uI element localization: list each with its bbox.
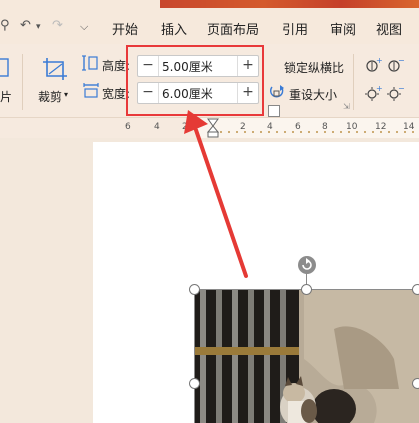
picture-icon[interactable] (0, 58, 10, 78)
search-icon[interactable]: ⚲ (0, 18, 10, 33)
contrast-up-icon[interactable]: + (364, 84, 382, 102)
resize-handle-top[interactable] (301, 284, 312, 295)
ruler-tick: 6 (295, 122, 301, 132)
height-increase-button[interactable]: + (237, 56, 258, 76)
brightness-down-icon[interactable]: − (386, 56, 404, 74)
lock-aspect-ratio-label[interactable]: 锁定纵横比 (284, 59, 344, 76)
picture-tools-ribbon: 片 裁剪 ▾ 高度: − + 宽度: − + 锁定纵横比 重设大小 (0, 44, 419, 118)
menu-start[interactable]: 开始 (112, 19, 138, 38)
width-icon (83, 83, 99, 98)
width-input[interactable] (162, 85, 236, 101)
svg-text:+: + (376, 56, 382, 65)
cat-photo-image (194, 289, 419, 423)
annotation-arrow (184, 110, 248, 278)
resize-handle-right[interactable] (412, 378, 419, 389)
picture-button-label[interactable]: 片 (0, 88, 12, 105)
resize-handle-top-left[interactable] (189, 284, 200, 295)
contrast-down-icon[interactable]: − (386, 84, 404, 102)
menu-page-layout[interactable]: 页面布局 (207, 19, 259, 38)
brightness-up-icon[interactable]: + (364, 56, 382, 74)
height-decrease-button[interactable]: − (138, 56, 159, 76)
selected-image[interactable] (194, 289, 419, 423)
menu-references[interactable]: 引用 (282, 19, 308, 38)
rotate-handle-icon[interactable] (297, 255, 317, 275)
resize-handle-left[interactable] (189, 378, 200, 389)
selection-border-left (194, 289, 195, 423)
ruler-tick: 4 (267, 122, 273, 132)
ruler-tick: 10 (346, 122, 358, 132)
height-icon (82, 55, 98, 71)
undo-dropdown-icon[interactable]: ▾ (36, 22, 41, 32)
crop-dropdown-icon[interactable]: ▾ (64, 90, 68, 99)
lock-aspect-ratio-checkbox[interactable] (268, 105, 280, 117)
title-banner (160, 0, 419, 8)
svg-text:+: + (376, 84, 382, 93)
width-increase-button[interactable]: + (237, 83, 258, 103)
ruler-tick: 14 (403, 122, 415, 132)
height-label: 高度: (102, 59, 131, 73)
ribbon-divider (22, 54, 23, 110)
resize-handle-top-right[interactable] (412, 284, 419, 295)
svg-text:−: − (398, 84, 404, 93)
redo-icon[interactable]: ↷ (52, 18, 63, 33)
reset-size-icon[interactable] (268, 84, 286, 100)
ribbon-divider (353, 54, 354, 110)
ruler-tick: 6 (125, 122, 131, 132)
ruler-tick: 12 (375, 122, 387, 132)
width-decrease-button[interactable]: − (138, 83, 159, 103)
undo-icon[interactable]: ↶ (20, 18, 31, 33)
menu-review[interactable]: 审阅 (330, 19, 356, 38)
ruler-tick: 4 (154, 122, 160, 132)
customize-toolbar-icon[interactable]: ⌵ (80, 20, 88, 34)
width-stepper[interactable]: − + (137, 82, 259, 104)
menu-view[interactable]: 视图 (376, 19, 402, 38)
menu-insert[interactable]: 插入 (161, 19, 187, 38)
svg-text:−: − (398, 56, 404, 65)
size-dialog-launcher-icon[interactable]: ⇲ (343, 102, 350, 111)
height-stepper[interactable]: − + (137, 55, 259, 77)
height-input[interactable] (162, 58, 236, 74)
reset-size-button-label[interactable]: 重设大小 (289, 86, 337, 103)
crop-button-label[interactable]: 裁剪 (38, 88, 62, 105)
crop-icon[interactable] (42, 57, 68, 81)
ruler-tick: 8 (322, 122, 328, 132)
width-label: 宽度: (102, 87, 131, 101)
menu-bar: ⚲ ↶ ▾ ↷ ⌵ 开始 插入 页面布局 引用 审阅 视图 (0, 10, 419, 44)
